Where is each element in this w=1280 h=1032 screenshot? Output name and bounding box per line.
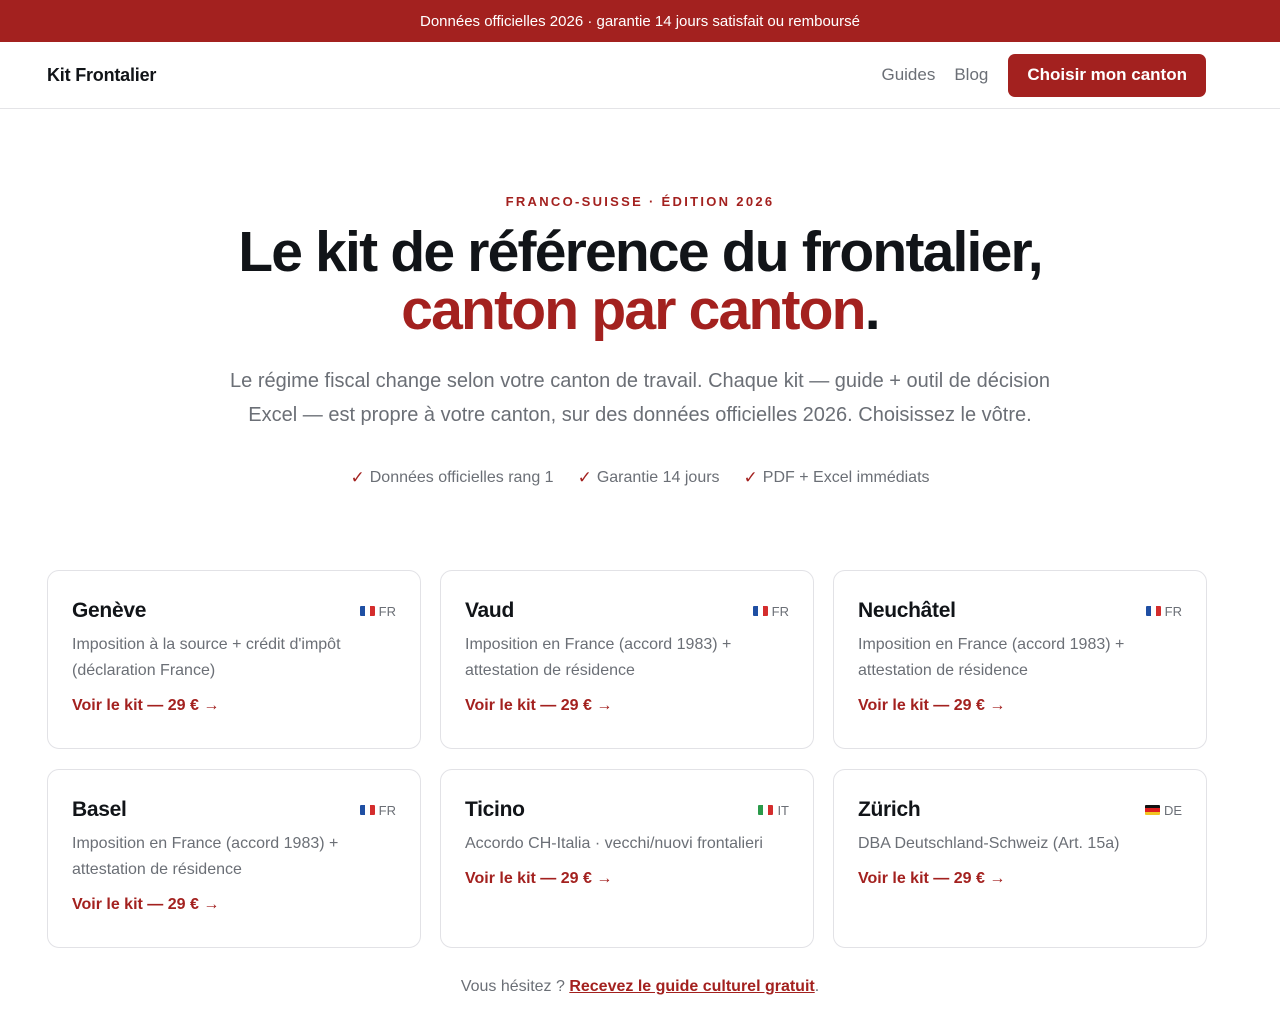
language-code: FR <box>1164 603 1182 619</box>
announcement-bar: Données officielles 2026 · garantie 14 j… <box>0 0 1280 42</box>
language-code: FR <box>378 802 396 818</box>
view-kit-link[interactable]: Voir le kit — 29 € → <box>465 870 789 888</box>
hero-lead: Le régime fiscal change selon votre cant… <box>230 370 1050 426</box>
hero-title-accent: canton par canton <box>401 278 866 342</box>
language-code: DE <box>1163 802 1182 818</box>
hero-eyebrow: FRANCO-SUISSE · ÉDITION 2026 <box>505 194 775 209</box>
trust-check-item: ✓ Garantie 14 jours <box>578 468 720 488</box>
view-kit-link[interactable]: Voir le kit — 29 € → <box>858 697 1182 715</box>
language-badge: DE <box>1144 802 1182 818</box>
canton-description: Imposition en France (accord 1983) + att… <box>858 636 1125 679</box>
flag-fr-icon <box>752 606 768 616</box>
flag-it-icon <box>758 805 774 815</box>
canton-name: Ticino <box>465 798 525 821</box>
announcement-text: Données officielles 2026 · garantie 14 j… <box>420 12 860 30</box>
canton-name: Basel <box>72 798 127 821</box>
view-kit-link[interactable]: Voir le kit — 29 € → <box>72 896 396 914</box>
check-icon: ✓ <box>350 468 365 487</box>
trust-check-label: PDF + Excel immédiats <box>762 469 930 486</box>
language-badge: FR <box>752 603 789 619</box>
trust-check-item: ✓ PDF + Excel immédiats <box>744 468 930 488</box>
canton-card-ticino[interactable]: Ticino IT Accordo CH-Italia · vecchi/nuo… <box>440 769 814 948</box>
trust-check-label: Données officielles rang 1 <box>369 469 554 486</box>
hesitation-note: Vous hésitez ? Recevez le guide culturel… <box>0 978 1280 996</box>
language-badge: FR <box>359 802 396 818</box>
canton-card-basel[interactable]: Basel FR Imposition en France (accord 19… <box>47 769 421 948</box>
view-kit-link[interactable]: Voir le kit — 29 € → <box>465 697 789 715</box>
hero-title-line1: Le kit de référence du frontalier, <box>238 220 1043 284</box>
choose-canton-button[interactable]: Choisir mon canton <box>1008 53 1206 97</box>
flag-fr-icon <box>359 805 375 815</box>
canton-description: Imposition en France (accord 1983) + att… <box>72 835 339 878</box>
language-code: IT <box>777 802 789 818</box>
language-badge: FR <box>359 603 396 619</box>
trust-checks: ✓ Données officielles rang 1 ✓ Garantie … <box>0 468 1280 488</box>
trust-check-label: Garantie 14 jours <box>596 469 720 486</box>
nav-link-guides[interactable]: Guides <box>881 65 935 85</box>
hesitation-prefix: Vous hésitez ? <box>460 978 570 995</box>
brand-logo[interactable]: Kit Frontalier <box>47 65 156 86</box>
canton-description: Imposition à la source + crédit d'impôt … <box>72 636 341 679</box>
canton-name: Vaud <box>465 599 514 622</box>
canton-card-geneve[interactable]: Genève FR Imposition à la source + crédi… <box>47 570 421 749</box>
flag-fr-icon <box>359 606 375 616</box>
view-kit-link[interactable]: Voir le kit — 29 € → <box>72 697 396 715</box>
view-kit-link[interactable]: Voir le kit — 29 € → <box>858 870 1182 888</box>
canton-description: DBA Deutschland-Schweiz (Art. 15a) <box>858 835 1120 852</box>
hero-title-end: . <box>864 278 881 342</box>
canton-card-vaud[interactable]: Vaud FR Imposition en France (accord 198… <box>440 570 814 749</box>
language-badge: FR <box>1145 603 1182 619</box>
check-icon: ✓ <box>743 468 758 487</box>
nav-links: Guides Blog Choisir mon canton <box>881 53 1206 97</box>
canton-grid: Genève FR Imposition à la source + crédi… <box>47 570 1207 948</box>
trust-check-item: ✓ Données officielles rang 1 <box>350 468 553 488</box>
canton-description: Imposition en France (accord 1983) + att… <box>465 636 732 679</box>
hero: FRANCO-SUISSE · ÉDITION 2026 Le kit de r… <box>0 194 1280 488</box>
top-nav: Kit Frontalier Guides Blog Choisir mon c… <box>0 42 1280 109</box>
free-guide-link[interactable]: Recevez le guide culturel gratuit <box>569 978 814 995</box>
canton-name: Zürich <box>858 798 921 821</box>
hesitation-suffix: . <box>814 978 820 995</box>
flag-de-icon <box>1144 805 1160 815</box>
nav-link-blog[interactable]: Blog <box>954 65 988 85</box>
hero-title: Le kit de référence du frontalier, canto… <box>0 223 1280 339</box>
canton-name: Neuchâtel <box>858 599 956 622</box>
flag-fr-icon <box>1145 606 1161 616</box>
check-icon: ✓ <box>577 468 592 487</box>
language-badge: IT <box>758 803 789 818</box>
canton-description: Accordo CH-Italia · vecchi/nuovi frontal… <box>465 835 763 852</box>
language-code: FR <box>378 603 396 619</box>
canton-name: Genève <box>72 599 147 622</box>
language-code: FR <box>771 603 789 619</box>
canton-card-neuchatel[interactable]: Neuchâtel FR Imposition en France (accor… <box>833 570 1207 749</box>
canton-card-zurich[interactable]: Zürich DE DBA Deutschland-Schweiz (Art. … <box>833 769 1207 948</box>
